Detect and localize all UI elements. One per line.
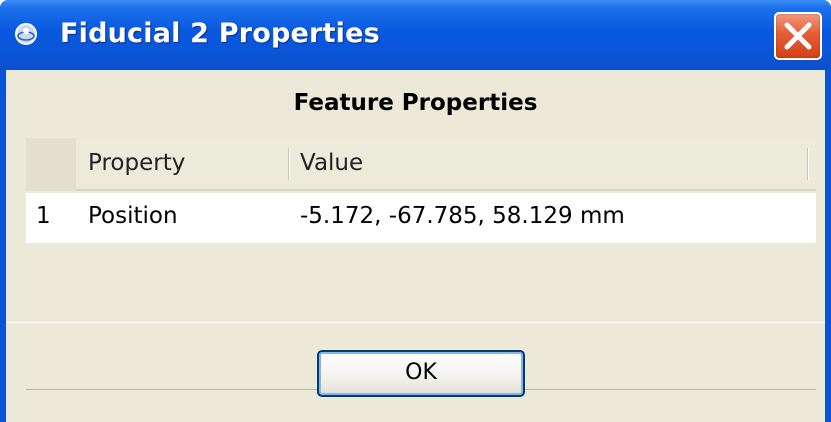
column-header-value[interactable]: Value <box>300 150 363 176</box>
close-button[interactable] <box>774 12 822 60</box>
dialog-body: Feature Properties Property Value 1 Posi… <box>6 70 825 422</box>
panel-title: Feature Properties <box>293 90 538 116</box>
column-divider[interactable] <box>807 148 809 180</box>
table-row[interactable]: 1 Position -5.172, -67.785, 58.129 mm <box>26 193 816 243</box>
value-cell[interactable]: -5.172, -67.785, 58.129 mm <box>300 203 625 229</box>
column-header-property[interactable]: Property <box>88 150 185 176</box>
close-icon <box>784 22 812 50</box>
title-bar[interactable]: Fiducial 2 Properties <box>0 0 831 70</box>
table-header: Property Value <box>26 138 816 191</box>
divider <box>6 322 825 323</box>
app-orb-icon <box>15 23 37 45</box>
properties-dialog: Fiducial 2 Properties Feature Properties… <box>0 0 831 422</box>
ok-button[interactable]: OK <box>317 350 525 397</box>
window-title: Fiducial 2 Properties <box>60 18 380 49</box>
row-header-corner <box>26 138 76 191</box>
row-index: 1 <box>36 203 51 229</box>
column-divider[interactable] <box>288 148 290 180</box>
property-cell[interactable]: Position <box>88 203 178 229</box>
